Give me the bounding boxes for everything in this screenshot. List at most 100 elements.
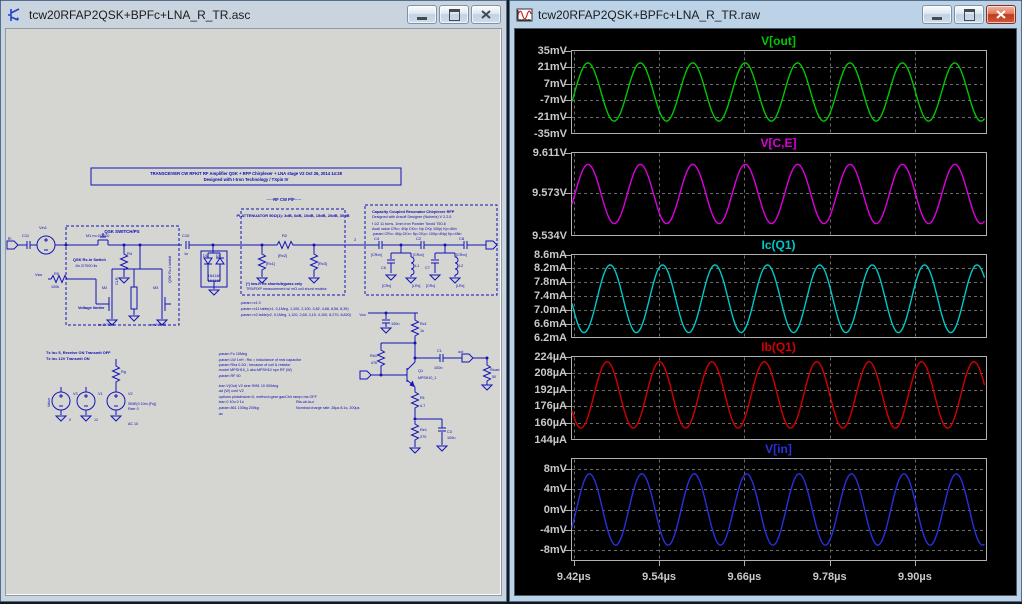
schematic-text: C10 — [182, 233, 190, 238]
schematic-text: In — [8, 236, 12, 241]
schematic-text: .tran 0 10u 0 1n — [218, 400, 244, 404]
schematic-text: Rload — [490, 368, 499, 372]
restore-icon — [449, 9, 460, 21]
x-axis-tick-label: 9.78µs — [813, 571, 847, 583]
schematic-text: [Rx3] — [318, 262, 327, 266]
y-axis-tick-label: 4mV — [515, 483, 567, 495]
waveform-titlebar[interactable]: tcw20RFAP2QSK+BPFc+LNA_R_TR.raw — [514, 1, 1017, 28]
y-axis-tick-label: 8mV — [515, 463, 567, 475]
plot-frame — [572, 51, 987, 134]
schematic-text: [Rx2] — [278, 254, 287, 258]
y-axis-tick-label: 9.573V — [515, 187, 567, 199]
waveform-plot-area[interactable]: V[out]35mV21mV7mV-7mV-21mV-35mVV[C,E]9.6… — [514, 28, 1017, 596]
schematic-text: V2 — [128, 392, 133, 396]
y-axis-tick-label: 6.6mA — [515, 318, 567, 330]
schematic-text: TRANSCEIVER CW RFKIT RF Amplifier QSK + … — [150, 171, 342, 176]
trace-title[interactable]: Ib(Q1) — [571, 340, 986, 356]
waveform-window: tcw20RFAP2QSK+BPFc+LNA_R_TR.raw V[out] 35… — [509, 0, 1022, 602]
schematic-text: m=2/7000 — [150, 323, 166, 327]
minimize-button[interactable] — [922, 5, 952, 24]
schematic-text: C2 — [416, 236, 422, 241]
schematic-components — [7, 236, 497, 453]
restore-button[interactable] — [954, 5, 984, 24]
schematic-text: V1 — [98, 392, 103, 396]
schematic-text: 1k — [420, 329, 424, 333]
plot-panel-1: V[out]35mV21mV7mV-7mV-21mV-35mV — [515, 34, 1017, 134]
schematic-text: .param LW 1nH ; Rw = inductance of real … — [218, 358, 302, 362]
schematic-text: [CRx] — [426, 284, 435, 288]
schematic-text: R4 — [127, 251, 133, 256]
y-axis-tick-label: 7.8mA — [515, 276, 567, 288]
schematic-drawing: TRANSCEIVER CW RFKIT RF Amplifier QSK + … — [6, 29, 502, 595]
schematic-text: R2 — [282, 233, 288, 238]
y-axis-tick-label: 21mV — [515, 61, 567, 73]
schematic-text: PI ATTENUATOR 50Ω(1): 3dB, 6dB, 10dB, 15… — [236, 213, 349, 218]
waveform-trace[interactable] — [572, 362, 985, 428]
y-axis-tick-label: 160µA — [515, 417, 567, 429]
plot-panels: V[out]35mV21mV7mV-7mV-21mV-35mVV[C,E]9.6… — [515, 29, 1017, 588]
plot-pane[interactable] — [515, 458, 1017, 568]
schematic-text: Avail value CRx= 4Np CKx= Np CKp 100p| K… — [372, 227, 457, 231]
waveform-app-icon — [516, 7, 533, 23]
schematic-text: Designed with I-tron Technology / TXpin … — [204, 177, 289, 182]
schematic-text: AC 10 — [128, 422, 138, 426]
schematic-text: ·····RF CW P/F····· — [266, 197, 301, 202]
schematic-text: TRX/RXP measurement w/ mΩ coil shunt res… — [246, 287, 328, 291]
trace-title[interactable]: V[C,E] — [571, 136, 986, 152]
schematic-text: Rla-ub-la-n — [296, 400, 314, 404]
plot-pane[interactable] — [515, 254, 1017, 338]
schematic-text: CLR — [115, 277, 119, 285]
plot-pane[interactable] — [515, 356, 1017, 440]
schematic-text: [Rx1] — [266, 262, 275, 266]
plot-pane[interactable] — [515, 50, 1017, 134]
schematic-text: Rser 0 — [128, 407, 139, 411]
y-axis-tick-label: 35mV — [515, 45, 567, 57]
waveform-trace[interactable] — [572, 63, 985, 121]
schematic-text: 1N4148 — [208, 279, 221, 283]
schematic-text: [LRx] — [412, 284, 420, 288]
minimize-button[interactable] — [407, 5, 437, 24]
schematic-text: D1 — [203, 254, 208, 258]
schematic-text: R5 — [54, 272, 59, 276]
schematic-text: .options plotwinsize=0, method=gear gauC… — [218, 395, 318, 399]
y-axis-tick-label: 9.611V — [515, 147, 567, 159]
plot-frame — [572, 357, 987, 440]
restore-button[interactable] — [439, 5, 469, 24]
y-axis-tick-label: 176µA — [515, 400, 567, 412]
schematic-text: 1N4148 — [208, 274, 221, 278]
schematic-text: .param rx2 table(x2, 0,1Meg, 1,120, 2,68… — [240, 313, 351, 317]
schematic-text: QSK Rx-t Inhibit — [168, 255, 172, 283]
trace-title[interactable]: V[out] — [571, 34, 986, 50]
close-button[interactable] — [471, 5, 501, 24]
schematic-text: (*) low-R Rx shunts/bypass only — [246, 282, 303, 286]
plot-pane[interactable] — [515, 152, 1017, 236]
plot-panel-2: V[C,E]9.611V9.573V9.534V — [515, 136, 1017, 236]
x-axis-tick-label: 9.66µs — [727, 571, 761, 583]
y-axis-tick-label: 192µA — [515, 384, 567, 396]
y-axis-tick-label: 7.0mA — [515, 304, 567, 316]
schematic-text: D4 — [216, 254, 221, 258]
waveform-window-title: tcw20RFAP2QSK+BPFc+LNA_R_TR.raw — [538, 8, 760, 22]
schematic-titlebar[interactable]: tcw20RFAP2QSK+BPFc+LNA_R_TR.asc — [5, 1, 502, 28]
waveform-trace[interactable] — [572, 474, 985, 545]
schematic-text: .ac — [218, 412, 223, 416]
schematic-text: L1 — [415, 264, 419, 268]
schematic-text: f 1/2 11 turns, 1mm iron Powder Toroid T… — [372, 222, 446, 226]
schematic-canvas[interactable]: TRANSCEIVER CW RFKIT RF Amplifier QSK + … — [5, 28, 502, 596]
schematic-text: V3 — [73, 392, 78, 396]
waveform-trace[interactable] — [572, 265, 985, 333]
schematic-text: 100n — [434, 366, 442, 370]
schematic-text: Nominal charge rate: 28µs 8.1s, 200µs — [296, 406, 360, 410]
schematic-text: 4.7 — [420, 404, 425, 408]
y-axis-tick-label: 0mV — [515, 504, 567, 516]
close-button[interactable] — [986, 5, 1016, 24]
schematic-text: Vin1 — [39, 225, 48, 230]
plot-frame — [572, 459, 987, 561]
x-axis-tick-label: 9.90µs — [898, 571, 932, 583]
trace-title[interactable]: V[in] — [571, 442, 986, 458]
schematic-text: [LRx] — [456, 284, 464, 288]
schematic-text: C11 — [22, 233, 30, 238]
schematic-text: 1n — [184, 252, 188, 256]
trace-title[interactable]: Ic(Q1) — [571, 238, 986, 254]
schematic-text: Tx In= 12V Transmit ON — [46, 356, 90, 361]
